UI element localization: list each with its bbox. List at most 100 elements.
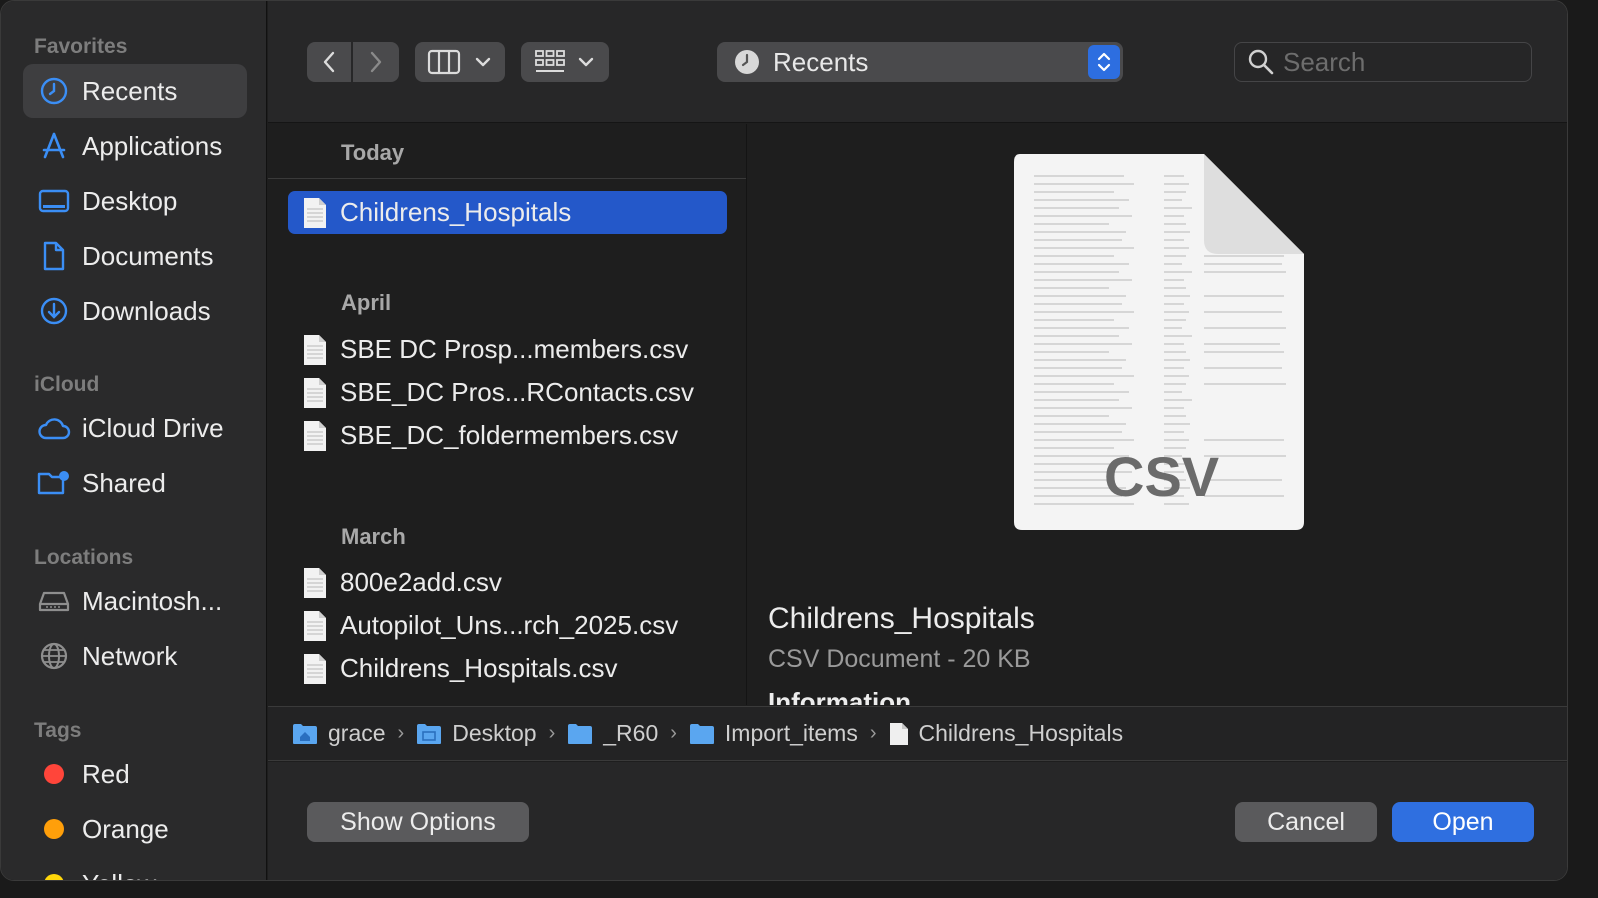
tag-color-dot [44, 874, 64, 880]
globe-icon [36, 638, 72, 674]
sidebar-item-network[interactable]: Network [23, 629, 247, 683]
sidebar-item-label: Desktop [82, 185, 178, 216]
hard-drive-icon [36, 583, 72, 619]
sidebar-item-label: Orange [82, 813, 169, 844]
tag-color-dot [44, 819, 64, 839]
desktop-folder-icon [417, 723, 442, 744]
group-header-april: April [341, 290, 392, 315]
file-name: SBE DC Prosp...members.csv [340, 334, 689, 364]
file-icon [304, 653, 326, 684]
path-item-file[interactable]: Childrens_Hospitals [889, 720, 1124, 747]
favorites-section-title: Favorites [34, 35, 128, 58]
path-item-import-items[interactable]: Import_items [689, 720, 858, 747]
chevron-down-icon [578, 57, 594, 67]
file-row[interactable]: SBE_DC_foldermembers.csv [288, 414, 727, 457]
search-field[interactable] [1234, 42, 1532, 82]
sidebar-item-label: Applications [82, 130, 223, 161]
tag-color-dot [44, 764, 64, 784]
download-icon [36, 293, 72, 329]
chevron-right-icon: › [397, 722, 405, 744]
folder-icon [568, 723, 593, 744]
file-list: Today Childrens_Hospitals April SBE DC P… [268, 124, 747, 705]
file-name: Childrens_Hospitals.csv [340, 653, 618, 683]
toolbar: Recents [268, 1, 1567, 123]
file-name: Childrens_Hospitals [340, 197, 572, 227]
path-item-label: Desktop [452, 720, 537, 746]
file-icon [304, 567, 326, 598]
csv-document-icon: CSV [1014, 154, 1304, 530]
path-item-label: Childrens_Hospitals [918, 720, 1124, 746]
file-name: Autopilot_Uns...rch_2025.csv [340, 610, 679, 640]
file-icon [889, 722, 908, 745]
sidebar-item-icloud-drive[interactable]: iCloud Drive [23, 401, 247, 455]
open-file-dialog: Favorites Recents Applications Desktop D… [0, 0, 1568, 881]
bottom-bar: Show Options Cancel Open [268, 762, 1567, 880]
file-row[interactable]: SBE DC Prosp...members.csv [288, 328, 727, 371]
sidebar-item-label: Macintosh... [82, 585, 223, 616]
sidebar-item-label: Network [82, 640, 178, 671]
sidebar-item-shared[interactable]: Shared [23, 456, 247, 510]
path-item-label: Import_items [724, 720, 858, 746]
sidebar-item-label: iCloud Drive [82, 412, 224, 443]
sidebar-item-label: Downloads [82, 295, 211, 326]
view-mode-button[interactable] [415, 42, 505, 82]
file-icon [304, 420, 326, 451]
tag-dot-icon [36, 811, 72, 847]
tag-dot-icon [36, 866, 72, 880]
icloud-section-title: iCloud [34, 373, 100, 396]
grid-icon [535, 50, 565, 72]
path-item-grace[interactable]: grace [292, 720, 386, 747]
file-row[interactable]: SBE_DC Pros...RContacts.csv [288, 371, 727, 414]
file-row[interactable]: Autopilot_Uns...rch_2025.csv [288, 604, 727, 647]
sidebar-item-downloads[interactable]: Downloads [23, 284, 247, 338]
file-row[interactable]: Childrens_Hospitals [288, 191, 727, 234]
sidebar-item-label: Red [82, 758, 130, 789]
file-type-label: CSV [1104, 445, 1220, 508]
path-item-label: _R60 [603, 720, 659, 746]
search-icon [1248, 49, 1274, 75]
sidebar-item-desktop[interactable]: Desktop [23, 174, 247, 228]
chevron-right-icon: › [548, 722, 556, 744]
chevron-right-icon: › [670, 722, 677, 744]
group-by-button[interactable] [521, 42, 609, 82]
open-button[interactable]: Open [1392, 802, 1534, 842]
show-options-button[interactable]: Show Options [307, 802, 529, 842]
cancel-button[interactable]: Cancel [1235, 802, 1377, 842]
file-row[interactable]: 800e2add.csv [288, 561, 727, 604]
path-item-desktop[interactable]: Desktop [416, 720, 537, 747]
search-input[interactable] [1283, 46, 1503, 78]
file-icon [304, 610, 326, 641]
clock-icon [36, 73, 72, 109]
chevron-left-icon [323, 51, 335, 73]
location-popup[interactable]: Recents [717, 42, 1123, 82]
preview-file-name: Childrens_Hospitals [768, 602, 1035, 635]
sidebar-item-documents[interactable]: Documents [23, 229, 247, 283]
cloud-icon [36, 410, 72, 446]
sidebar-item-tag-red[interactable]: Red [23, 747, 247, 801]
tags-section-title: Tags [34, 719, 82, 742]
group-divider [268, 178, 746, 179]
desktop-icon [36, 183, 72, 219]
file-row[interactable]: Childrens_Hospitals.csv [288, 647, 727, 690]
file-name: 800e2add.csv [340, 567, 502, 597]
sidebar-item-applications[interactable]: Applications [23, 119, 247, 173]
sidebar-item-tag-yellow[interactable]: Yellow [23, 857, 247, 880]
shared-folder-icon [36, 465, 72, 501]
chevron-right-icon: › [869, 722, 877, 744]
path-item-label: grace [328, 720, 386, 746]
group-header-march: March [341, 524, 406, 549]
up-down-stepper-icon [1088, 45, 1120, 79]
forward-button[interactable] [353, 42, 399, 82]
group-header-today: Today [341, 140, 405, 165]
path-item-r60[interactable]: _R60 [567, 720, 658, 747]
sidebar-item-label: Recents [82, 75, 178, 106]
file-icon [304, 197, 326, 228]
back-button[interactable] [307, 42, 351, 82]
applications-icon [36, 128, 72, 164]
sidebar-item-recents[interactable]: Recents [23, 64, 247, 118]
sidebar-item-tag-orange[interactable]: Orange [23, 802, 247, 856]
sidebar-item-label: Shared [82, 467, 166, 498]
sidebar-item-macintosh-hd[interactable]: Macintosh... [23, 574, 247, 628]
document-icon [36, 238, 72, 274]
home-folder-icon [293, 723, 317, 744]
